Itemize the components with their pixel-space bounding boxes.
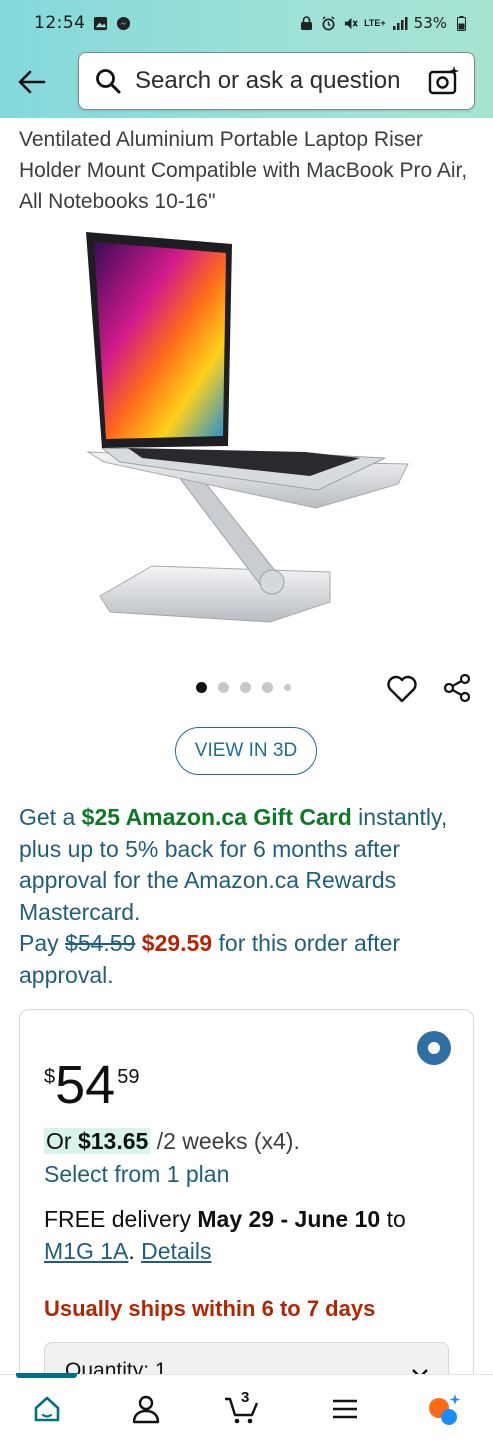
delivery-dates: May 29 - June 10 [197,1206,381,1232]
rufus-assistant-icon[interactable] [426,1391,462,1427]
messenger-icon [116,15,132,31]
battery-icon [453,15,469,31]
network-type: LTE+ [364,17,386,28]
laptop-stand-image[interactable] [80,222,420,632]
promo-text: Get a [19,804,82,830]
carousel-dot[interactable] [218,682,229,693]
carousel-dot[interactable] [196,682,207,693]
back-arrow-icon[interactable] [16,66,48,98]
product-title: Ventilated Aluminium Portable Laptop Ris… [19,128,468,213]
battery-percent: 53% [413,14,447,32]
nav-active-indicator [16,1373,77,1378]
postal-code-link[interactable]: M1G 1A [44,1238,128,1264]
price-fraction: 59 [117,1066,140,1088]
price-symbol: $ [44,1066,56,1088]
search-placeholder: Search or ask a question [135,67,401,94]
price: $ 54 59 [44,1058,139,1112]
heart-icon[interactable] [386,673,418,705]
menu-icon[interactable] [327,1391,363,1427]
title-fade [0,118,493,130]
alarm-icon [320,15,336,31]
gallery-icon [93,15,109,31]
cart-count: 3 [241,1389,250,1406]
select-plan-link[interactable]: Select from 1 plan [44,1161,229,1188]
gift-card-amount: $25 Amazon.ca Gift Card [81,804,352,830]
carousel-dot[interactable] [284,684,291,691]
bottom-nav: 3 [0,1373,493,1440]
view-in-3d-button[interactable]: VIEW IN 3D [175,727,317,775]
signal-icon [392,15,408,31]
cart-icon[interactable]: 3 [224,1389,260,1427]
installment-highlight: Or $13.65 [44,1128,151,1154]
promo-text: Pay [19,930,66,956]
installment-amount: $13.65 [77,1128,149,1154]
old-price: $54.59 [65,930,136,956]
details-link[interactable]: Details [141,1238,211,1264]
delivery-info: FREE delivery May 29 - June 10 to M1G 1A… [44,1206,406,1264]
status-time: 12:54 [34,13,86,33]
home-icon[interactable] [29,1391,65,1427]
installment-line: Or $13.65 /2 weeks (x4). [44,1128,300,1155]
shipping-status: Usually ships within 6 to 7 days [44,1296,376,1321]
installment-suffix: /2 weeks (x4). [150,1128,300,1154]
search-icon [96,69,121,94]
search-header: Search or ask a question [0,46,493,118]
purchase-option-radio[interactable] [417,1031,451,1065]
camera-icon[interactable] [428,65,460,97]
promo-price: $29.59 [141,930,213,956]
status-bar: 12:54 LTE+ 53% [0,0,493,46]
credit-card-promo[interactable]: Get a $25 Amazon.ca Gift Card instantly,… [19,802,477,991]
carousel-dot[interactable] [240,682,251,693]
carousel-dot[interactable] [262,682,273,693]
lock-icon [298,15,314,31]
price-whole: 54 [55,1055,116,1115]
carousel-dots[interactable] [196,682,291,693]
share-icon[interactable] [441,672,473,704]
search-input[interactable]: Search or ask a question [78,52,475,110]
account-icon[interactable] [128,1391,164,1427]
mute-icon [342,15,358,31]
